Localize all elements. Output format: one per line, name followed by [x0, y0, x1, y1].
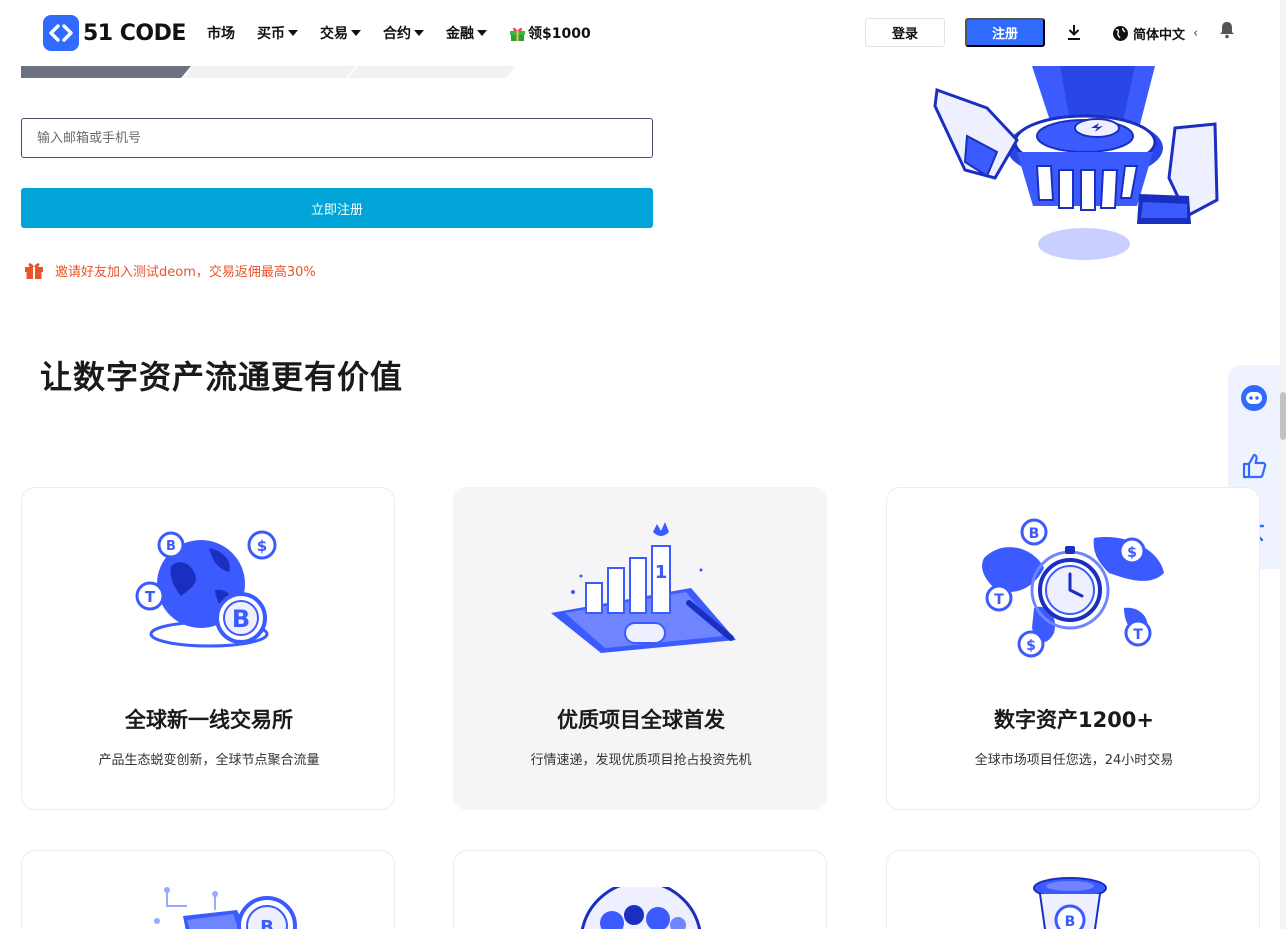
caret-down-icon	[414, 30, 424, 36]
signup-tab-strip	[21, 66, 516, 78]
logo-code-icon	[43, 15, 79, 51]
top-header: 51 CODE 市场 买币 交易 合约 金融 领$1000 登录 注册 简体中文…	[0, 0, 1280, 66]
invite-text: 邀请好友加入测试deom，交易返佣最高30%	[55, 264, 316, 280]
nav-item-label: 买币	[257, 26, 285, 42]
svg-text:B: B	[232, 605, 250, 633]
svg-text:1: 1	[655, 562, 668, 583]
svg-text:B: B	[1029, 526, 1040, 542]
logo-text: 51 CODE	[83, 20, 186, 46]
gift-icon	[25, 263, 43, 279]
section-headline: 让数字资产流通更有价值	[40, 358, 404, 396]
page-scrollbar[interactable]	[1280, 0, 1286, 929]
feature-card-digital-assets[interactable]: B $ T T $ 数字资产1200+ 全球市场项目任您选，24小时交易	[886, 487, 1260, 810]
svg-text:B: B	[1065, 914, 1076, 929]
world-clock-illustration: B $ T T $	[887, 518, 1259, 668]
language-selector[interactable]: 简体中文 ‹	[1112, 24, 1198, 43]
feature-card-row2-2[interactable]	[453, 850, 827, 929]
chevron-left-icon: ‹	[1193, 26, 1199, 41]
svg-text:$: $	[1127, 545, 1137, 561]
feature-desc: 行情速递，发现优质项目抢占投资先机	[530, 753, 752, 768]
svg-text:B: B	[166, 539, 176, 554]
svg-text:$: $	[1026, 638, 1036, 654]
feature-card-premium-projects[interactable]: 1 优质项目全球首发 行情速递，发现优质项目抢占投资先机	[453, 487, 827, 810]
nav-item-buy-crypto[interactable]: 买币	[257, 23, 298, 43]
globe-coins-illustration: B $ T B	[22, 518, 394, 668]
register-now-button[interactable]: 立即注册	[21, 188, 653, 228]
chat-bot-icon	[1241, 385, 1267, 411]
svg-text:T: T	[994, 592, 1004, 608]
ranking-chart-illustration: 1	[454, 518, 826, 668]
login-button[interactable]: 登录	[865, 18, 945, 47]
nav-item-market[interactable]: 市场	[207, 23, 235, 43]
feedback-button[interactable]	[1228, 441, 1280, 491]
globe-icon	[1113, 26, 1128, 41]
invite-banner[interactable]: 邀请好友加入测试deom，交易返佣最高30%	[24, 260, 316, 280]
jar-coin-illustration: B	[1033, 877, 1107, 929]
scrollbar-thumb[interactable]	[1280, 392, 1286, 440]
nav-item-label: 金融	[446, 26, 474, 42]
language-label: 简体中文	[1133, 28, 1186, 43]
svg-text:T: T	[1133, 627, 1143, 643]
nav-item-contract[interactable]: 合约	[383, 23, 424, 43]
svg-text:T: T	[145, 588, 156, 606]
feature-card-row2-3[interactable]: B	[886, 850, 1260, 929]
brand-logo[interactable]: 51 CODE	[43, 15, 186, 51]
download-icon[interactable]	[1065, 23, 1083, 41]
nav-item-label: 交易	[320, 26, 348, 42]
thumbs-up-icon	[1242, 453, 1267, 479]
caret-down-icon	[477, 30, 487, 36]
globe-dome-illustration	[580, 887, 702, 929]
nav-item-finance[interactable]: 金融	[446, 23, 487, 43]
nav-item-label: 市场	[207, 26, 235, 42]
gift-icon	[510, 27, 525, 41]
feature-card-global-exchange[interactable]: B $ T B 全球新一线交易所 产品生态蜕变创新，全球节点聚合流量	[21, 487, 395, 810]
feature-title: 优质项目全球首发	[557, 708, 725, 732]
feature-desc: 产品生态蜕变创新，全球节点聚合流量	[98, 753, 320, 768]
email-phone-input[interactable]	[21, 118, 653, 158]
svg-text:B: B	[260, 917, 274, 929]
feature-title: 全球新一线交易所	[125, 708, 293, 732]
promo-label: 领$1000	[528, 26, 591, 42]
feature-title: 数字资产1200+	[993, 708, 1155, 732]
chip-coin-illustration: B	[154, 887, 297, 929]
caret-down-icon	[351, 30, 361, 36]
customer-service-button[interactable]	[1228, 373, 1280, 423]
bell-icon[interactable]	[1219, 21, 1235, 39]
nav-item-promo[interactable]: 领$1000	[509, 23, 591, 43]
hero-spaceship-illustration	[933, 66, 1219, 260]
feature-card-row2-1[interactable]: B	[21, 850, 395, 929]
feature-desc: 全球市场项目任您选，24小时交易	[974, 753, 1174, 768]
register-button[interactable]: 注册	[965, 18, 1045, 47]
caret-down-icon	[288, 30, 298, 36]
svg-text:$: $	[257, 537, 267, 555]
main-nav: 市场 买币 交易 合约 金融 领$1000	[207, 23, 613, 43]
nav-item-trade[interactable]: 交易	[320, 23, 361, 43]
nav-item-label: 合约	[383, 26, 411, 42]
